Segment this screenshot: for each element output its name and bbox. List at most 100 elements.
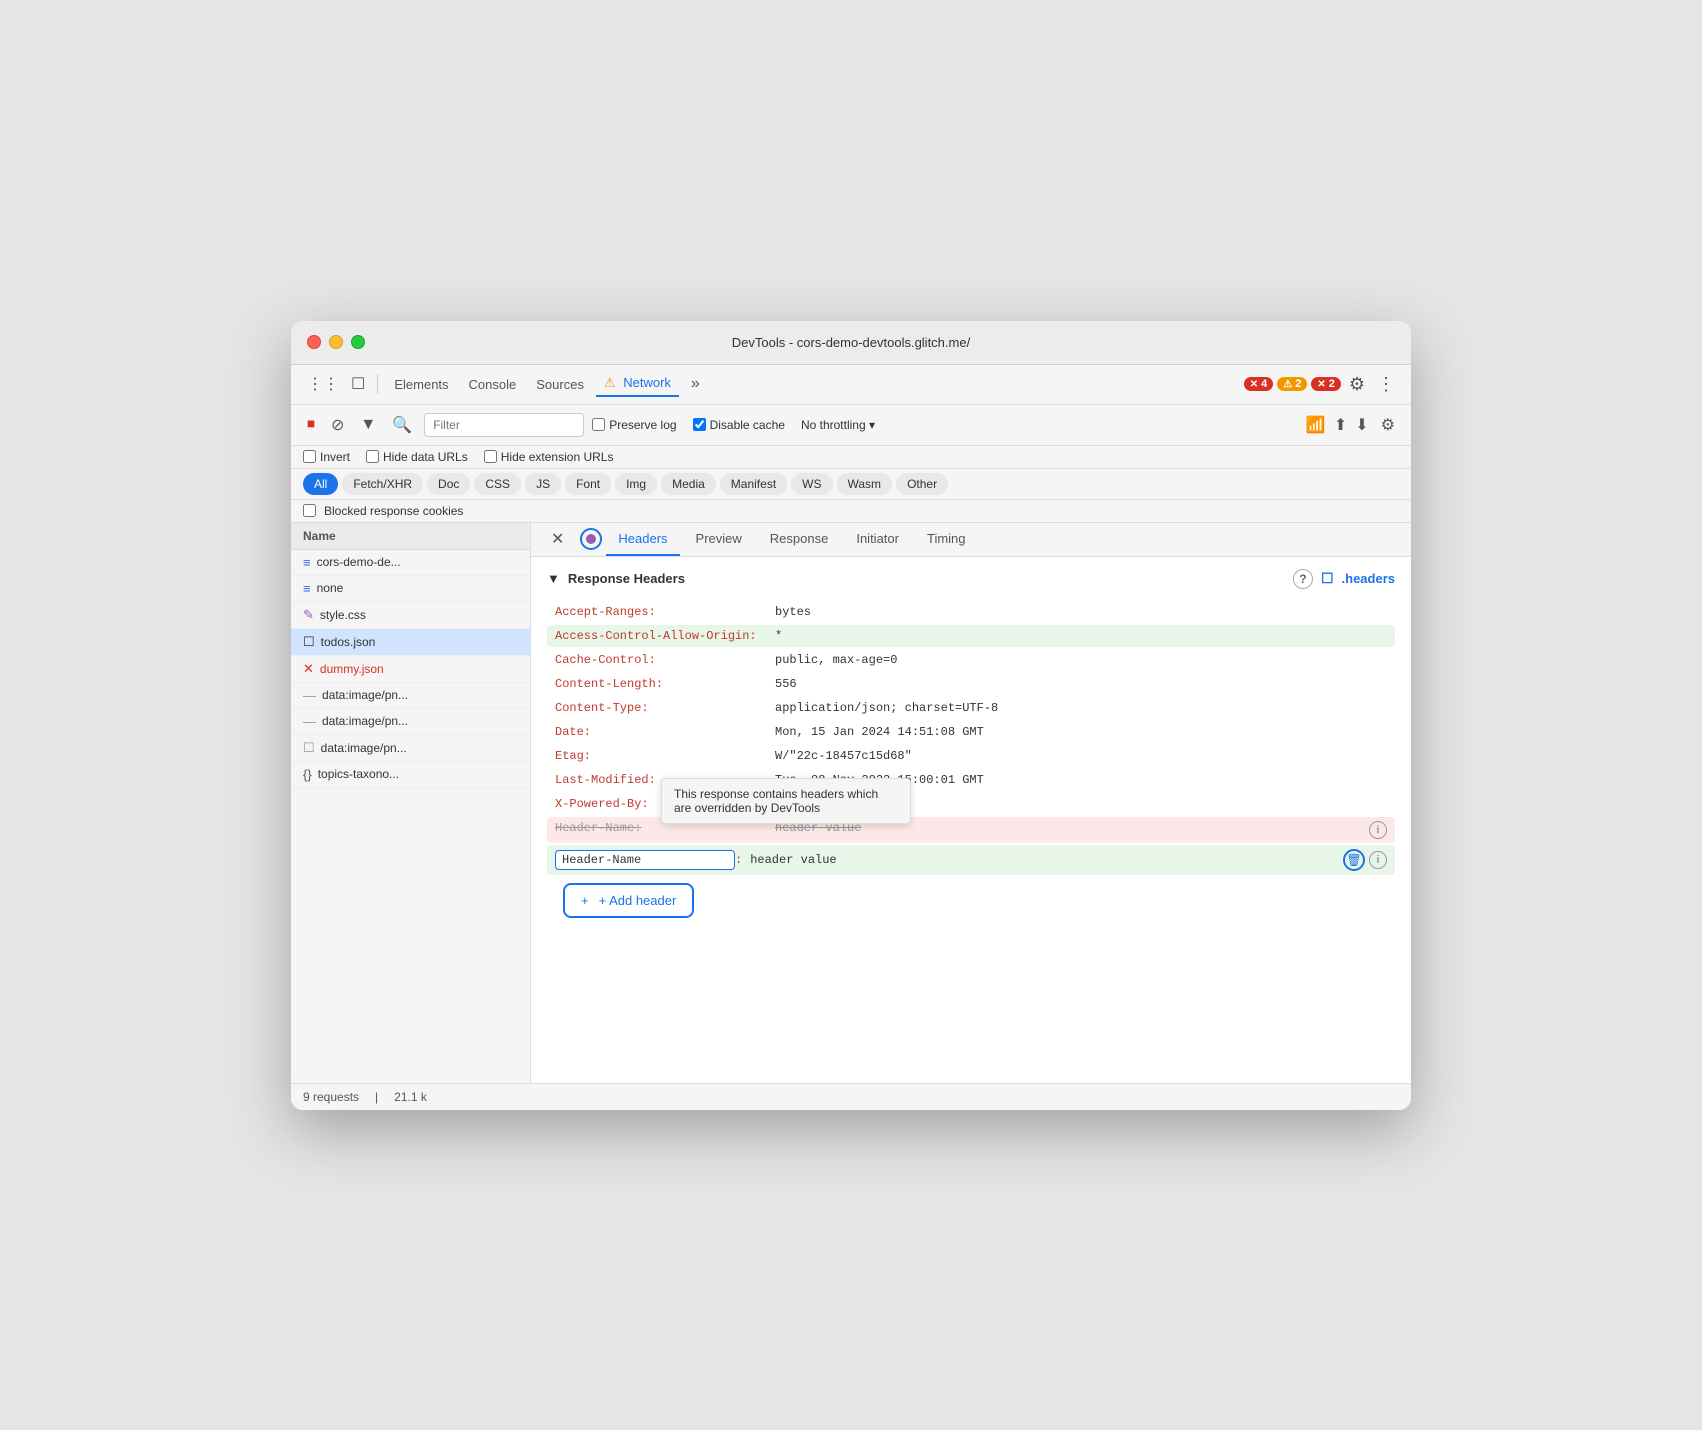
tab-network[interactable]: ⚠ Network [596,371,679,397]
file-name: data:image/pn... [322,714,408,728]
upload-icon[interactable]: ⬆ [1334,415,1347,435]
tab-response[interactable]: Response [758,523,841,556]
fullscreen-button[interactable] [351,335,365,349]
list-item[interactable]: — data:image/pn... [291,683,530,709]
info-icon[interactable]: i [1369,821,1387,839]
more-button[interactable]: ⋮ [1373,370,1399,399]
filter-button[interactable]: ▼ [356,412,380,438]
warning-triangle-icon: ⚠ [1283,379,1292,390]
more-tabs-button[interactable]: » [683,371,708,397]
invert-label[interactable]: Invert [303,450,350,464]
file-name: none [317,581,344,595]
tab-preview[interactable]: Preview [684,523,754,556]
curly-icon: {} [303,767,312,782]
tab-headers[interactable]: Headers [606,523,679,556]
checkbox-group: Preserve log Disable cache No throttling… [592,418,875,432]
blocked-cookies-checkbox[interactable] [303,504,316,517]
invert-checkbox[interactable] [303,450,316,463]
disable-cache-checkbox[interactable] [693,418,706,431]
status-bar: 9 requests | 21.1 k [291,1083,1411,1110]
settings-button[interactable]: ⚙ [1345,370,1369,399]
detail-tabs: ✕ Headers Preview Response Initiator Tim… [531,523,1411,557]
chip-media[interactable]: Media [661,473,716,495]
filter-row: Invert Hide data URLs Hide extension URL… [291,446,1411,469]
info-icon[interactable]: i [1369,851,1387,869]
chip-js[interactable]: JS [525,473,561,495]
help-icon[interactable]: ? [1293,569,1313,589]
header-row-content-length: Content-Length: 556 [547,673,1395,695]
chip-all[interactable]: All [303,473,338,495]
window-title: DevTools - cors-demo-devtools.glitch.me/ [732,335,970,350]
wifi-icon[interactable]: 📶 [1306,415,1326,435]
header-name: Access-Control-Allow-Origin: [555,629,775,643]
download-icon[interactable]: ⬇ [1355,415,1368,435]
chip-fetch-xhr[interactable]: Fetch/XHR [342,473,423,495]
header-row-cache-control: Cache-Control: public, max-age=0 [547,649,1395,671]
filter-checkboxes: Invert Hide data URLs Hide extension URL… [303,450,613,464]
devtools-window: DevTools - cors-demo-devtools.glitch.me/… [291,321,1411,1110]
tab-initiator[interactable]: Initiator [844,523,911,556]
header-name: Etag: [555,749,775,763]
device-toolbar-button[interactable]: ☐ [347,370,369,398]
file-name: dummy.json [320,662,384,676]
header-actions: i [1369,821,1387,839]
list-item[interactable]: ☐ data:image/pn... [291,735,530,762]
delete-header-button[interactable]: 🗑 [1343,849,1365,871]
preserve-log-checkbox[interactable] [592,418,605,431]
tab-timing[interactable]: Timing [915,523,978,556]
chip-css[interactable]: CSS [474,473,521,495]
list-item[interactable]: — data:image/pn... [291,709,530,735]
preserve-log-label[interactable]: Preserve log [592,418,676,432]
stop-recording-button[interactable]: ⏹ [303,412,319,438]
network-toolbar: ⏹ ⊘ ▼ 🔍 Preserve log Disable cache No th… [291,405,1411,446]
request-count: 9 requests [303,1090,359,1104]
file-name: topics-taxono... [318,767,399,781]
hide-extension-urls-checkbox[interactable] [484,450,497,463]
warning-icon: ⚠ [604,375,616,390]
header-name-input[interactable] [555,850,735,870]
disable-cache-label[interactable]: Disable cache [693,418,785,432]
header-name: Date: [555,725,775,739]
throttle-selector[interactable]: No throttling ▾ [801,418,875,432]
chip-font[interactable]: Font [565,473,611,495]
record-circle-icon [580,528,602,550]
hide-data-urls-checkbox[interactable] [366,450,379,463]
clear-button[interactable]: ⊘ [327,411,348,439]
file-name: data:image/pn... [322,688,408,702]
chip-manifest[interactable]: Manifest [720,473,787,495]
error-x-icon: ✕ [1250,379,1258,390]
list-item[interactable]: ✕ dummy.json [291,656,530,683]
close-detail-button[interactable]: ✕ [543,525,572,553]
list-item[interactable]: {} topics-taxono... [291,762,530,788]
search-button[interactable]: 🔍 [388,411,416,439]
chip-wasm[interactable]: Wasm [837,473,893,495]
list-item-selected[interactable]: ☐ todos.json [291,629,530,656]
add-header-button[interactable]: + + Add header [563,883,694,918]
tab-elements[interactable]: Elements [386,373,456,396]
filter-input[interactable] [424,413,584,437]
chip-img[interactable]: Img [615,473,657,495]
hide-data-urls-label[interactable]: Hide data URLs [366,450,468,464]
hide-extension-urls-label[interactable]: Hide extension URLs [484,450,614,464]
close-button[interactable] [307,335,321,349]
header-value: public, max-age=0 [775,653,1387,667]
chip-ws[interactable]: WS [791,473,832,495]
document-icon: ≡ [303,555,311,570]
collapse-icon[interactable]: ▼ [547,571,560,586]
selector-tool-button[interactable]: ⋮⋮ [303,370,343,398]
list-item[interactable]: ✎ style.css [291,602,530,629]
list-item[interactable]: ≡ cors-demo-de... [291,550,530,576]
network-settings-button[interactable]: ⚙ [1377,411,1399,439]
record-inner [586,534,596,544]
headers-file-link[interactable]: .headers [1342,571,1395,586]
minimize-button[interactable] [329,335,343,349]
list-item[interactable]: ≡ none [291,576,530,602]
filter-chips-row: All Fetch/XHR Doc CSS JS Font Img Media … [291,469,1411,500]
info-badge: ✕ 2 [1311,377,1341,391]
chip-doc[interactable]: Doc [427,473,470,495]
tab-sources[interactable]: Sources [528,373,592,396]
header-name: Accept-Ranges: [555,605,775,619]
image-icon: ☐ [303,740,315,756]
tab-console[interactable]: Console [461,373,525,396]
chip-other[interactable]: Other [896,473,948,495]
